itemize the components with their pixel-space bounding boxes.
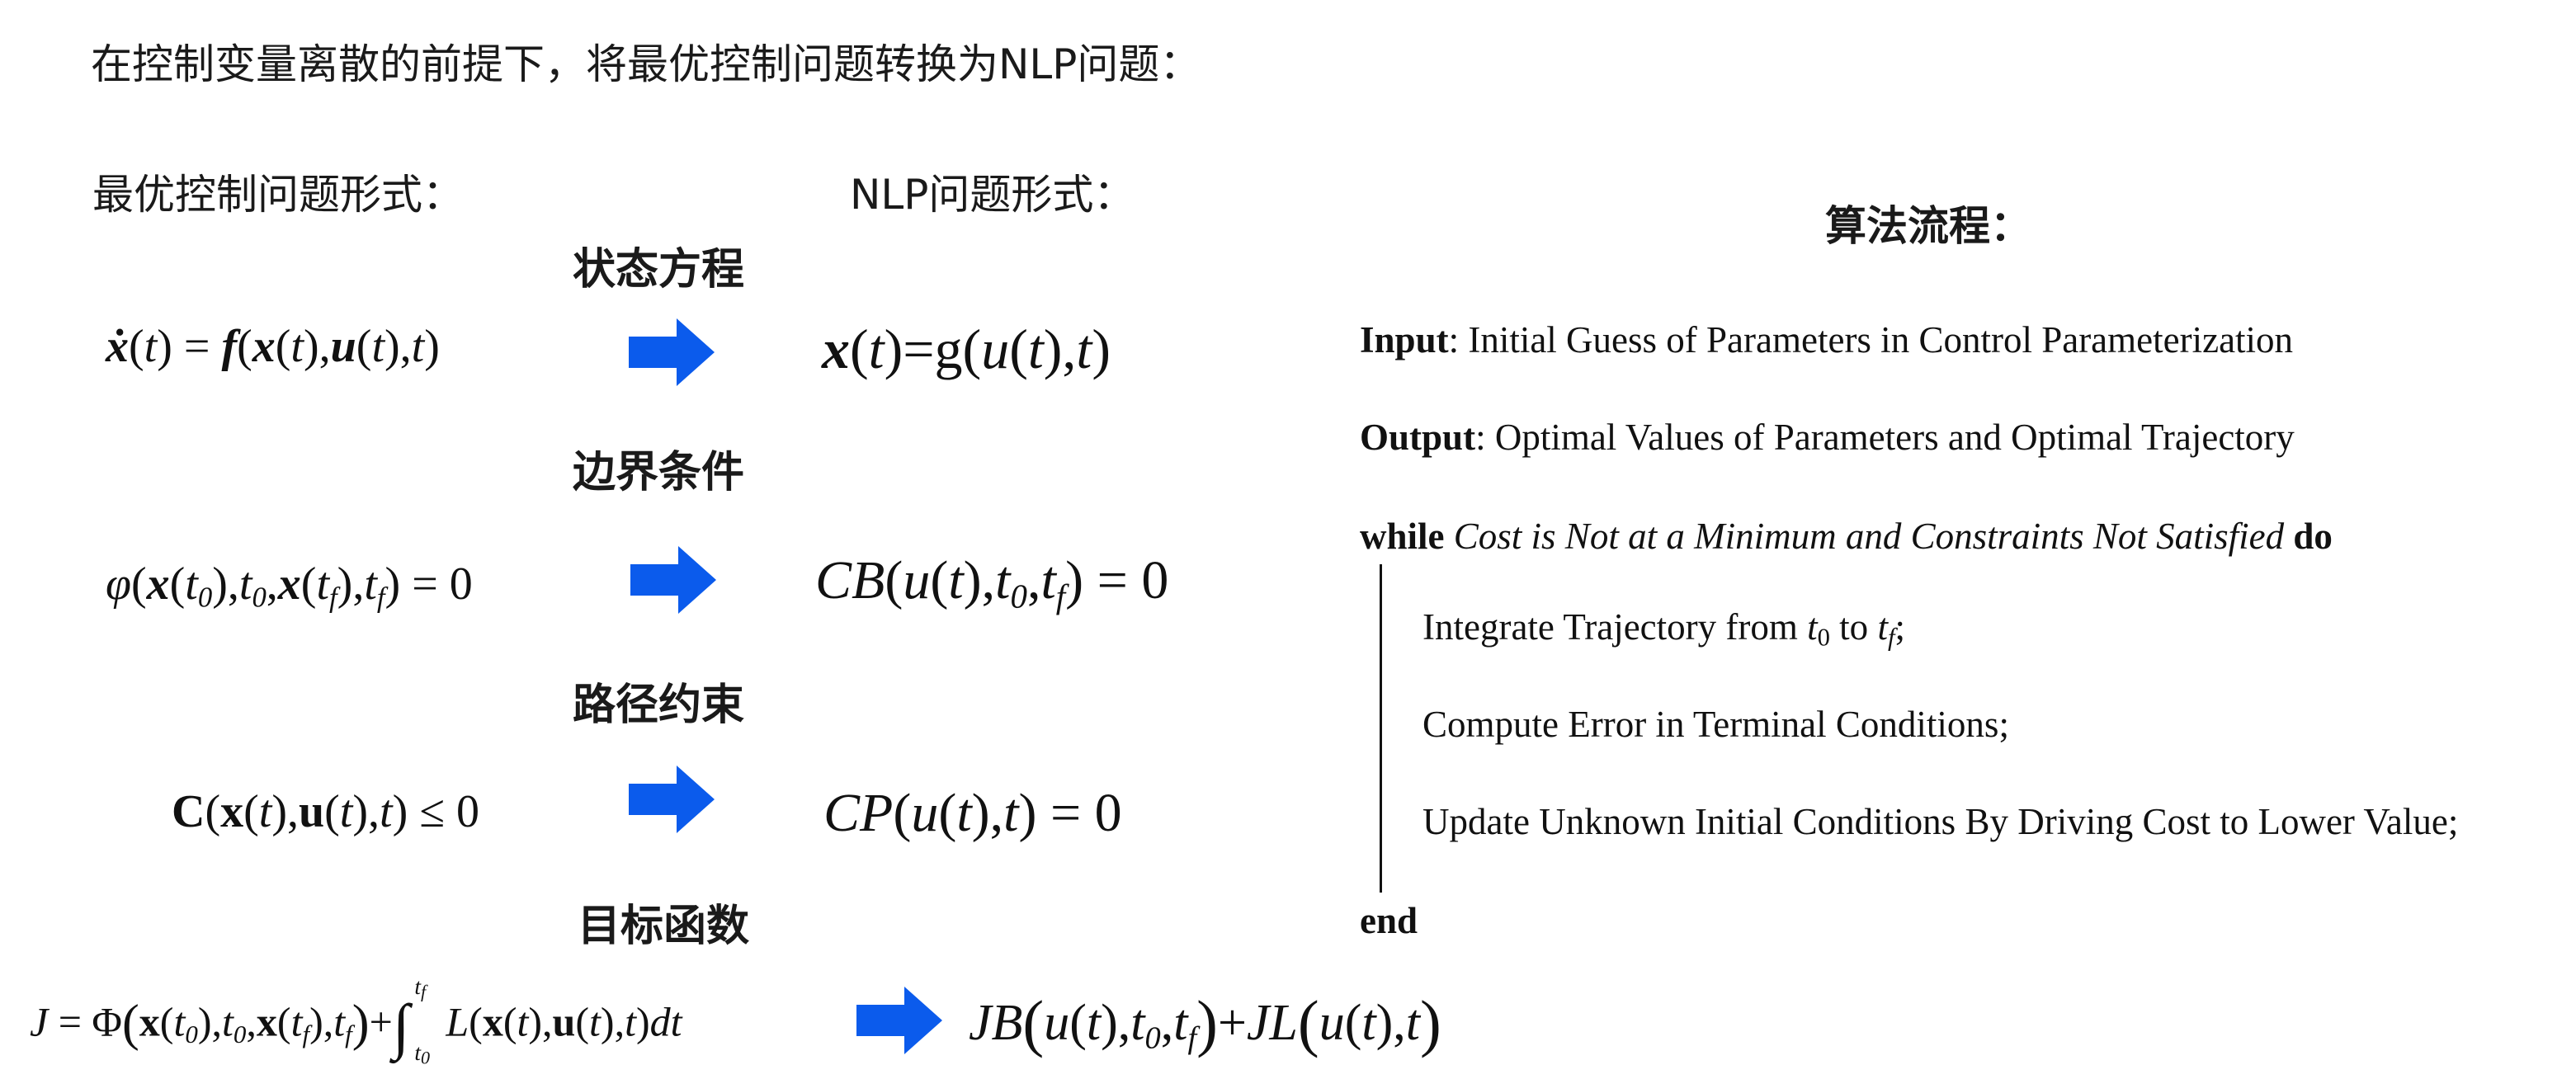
equation-state-nlp: x(t)=g(u(t),t) [822, 318, 1111, 380]
nlp-form-heading: NLP问题形式： [850, 171, 1135, 219]
algorithm-heading: 算法流程： [1825, 202, 2031, 250]
page-title: 在控制变量离散的前提下，将最优控制问题转换为NLP问题： [91, 40, 1201, 88]
algorithm-do-keyword: do [2293, 516, 2333, 557]
section-label-state-equation: 状态方程 [573, 245, 745, 294]
algorithm-step-integrate: Integrate Trajectory from t0 to tf; [1422, 606, 1905, 652]
algorithm-input-keyword: Input [1360, 319, 1449, 360]
algorithm-input-text: : Initial Guess of Parameters in Control… [1448, 319, 2294, 360]
equation-objective-nlp: JB(u(t),t0,tf)+JL(u(t),t) [969, 987, 1441, 1058]
algorithm-output-text: : Optimal Values of Parameters and Optim… [1475, 417, 2295, 458]
equation-objective-ocp: J = Φ(x(t0),t0,x(tf),tf)+∫ tf t0 L(x(t),u(t… [30, 973, 682, 1068]
algorithm-while-line: while Cost is Not at a Minimum and Const… [1360, 515, 2333, 558]
section-label-boundary-conditions: 边界条件 [573, 448, 745, 497]
equation-path-ocp: C(x(t),u(t),t) ≤ 0 [172, 786, 479, 837]
ocp-form-heading: 最优控制问题形式： [92, 171, 464, 219]
equation-path-nlp: CP(u(t),t) = 0 [823, 783, 1122, 843]
algorithm-output-line: Output: Optimal Values of Parameters and… [1360, 416, 2295, 459]
arrow-right-icon [629, 766, 715, 833]
algorithm-step-compute-error: Compute Error in Terminal Conditions; [1422, 704, 2009, 745]
algorithm-while-keyword: while [1360, 516, 1445, 557]
section-label-objective-function: 目标函数 [578, 902, 750, 951]
arrow-right-icon [856, 987, 942, 1054]
algorithm-output-keyword: Output [1360, 417, 1476, 458]
arrow-right-icon [630, 546, 716, 614]
equation-state-ocp: ẋ(t) = f(x(t),u(t),t) [106, 321, 440, 372]
algorithm-end-line: end [1360, 899, 1418, 942]
algorithm-step-update: Update Unknown Initial Conditions By Dri… [1422, 801, 2459, 842]
algorithm-while-condition: Cost is Not at a Minimum and Constraints… [1444, 516, 2294, 557]
equation-boundary-nlp: CB(u(t),t0,tf) = 0 [815, 550, 1169, 615]
algorithm-end-keyword: end [1360, 900, 1418, 941]
arrow-right-icon [629, 318, 715, 386]
equation-boundary-ocp: φ(x(t0),t0,x(tf),tf) = 0 [106, 558, 473, 614]
algorithm-input-line: Input: Initial Guess of Parameters in Co… [1360, 318, 2293, 361]
section-label-path-constraint: 路径约束 [573, 681, 745, 730]
algorithm-loop-bar [1380, 564, 1382, 893]
